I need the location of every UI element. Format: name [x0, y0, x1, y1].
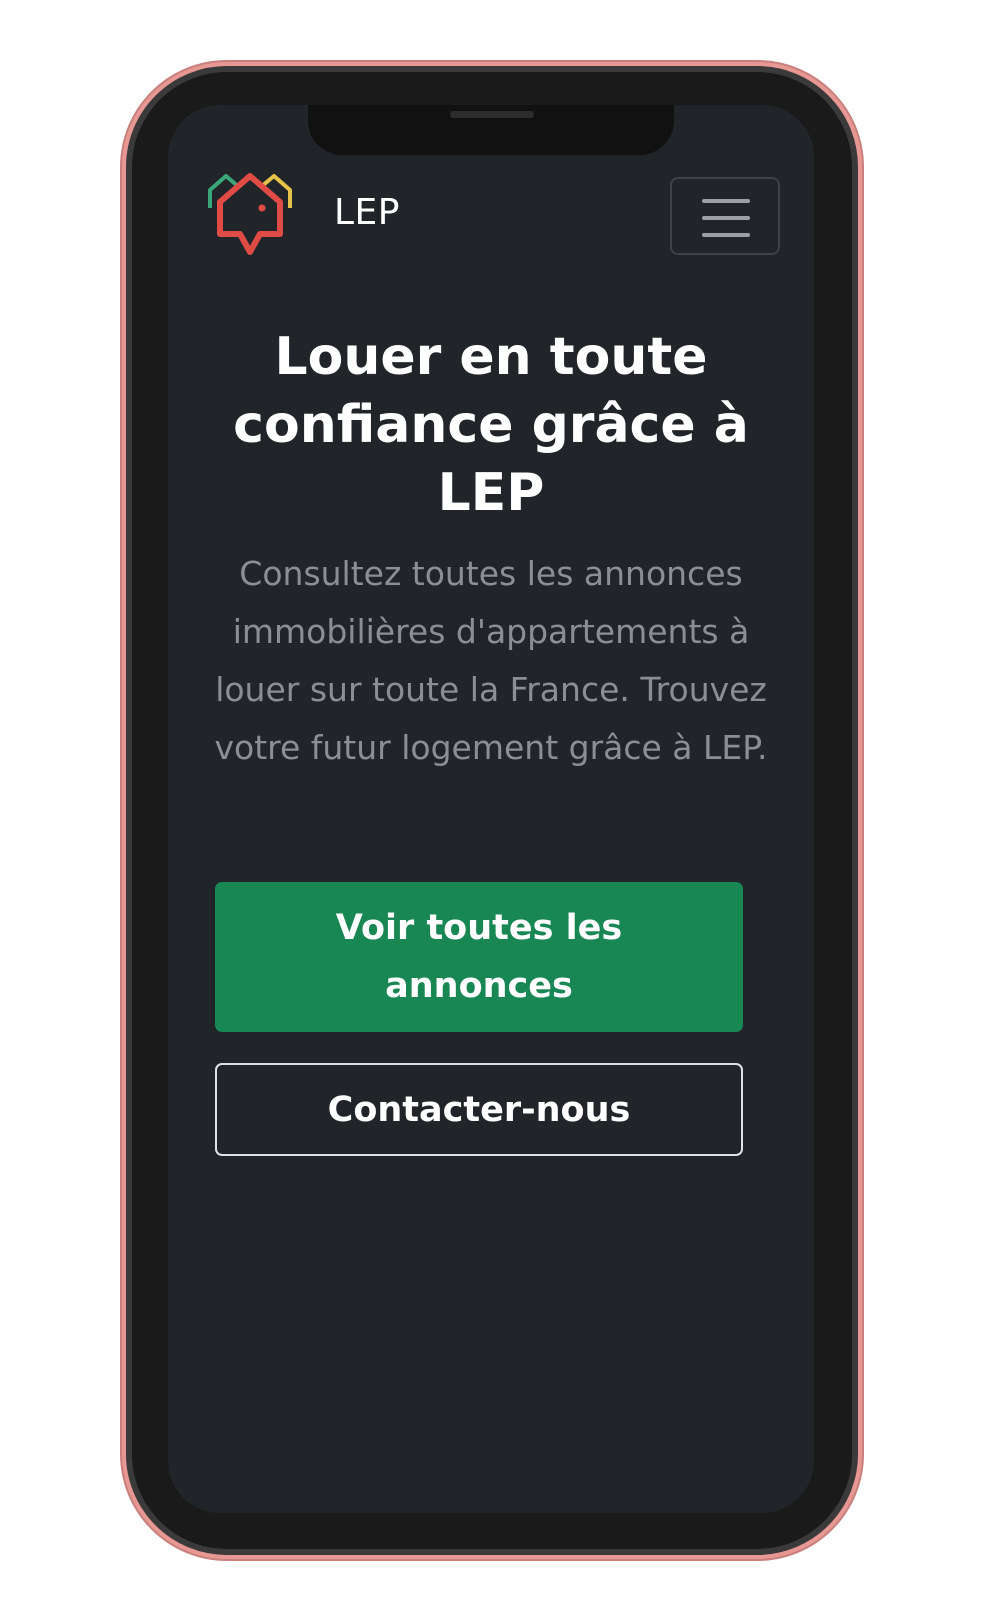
house-pin-logo-icon[interactable] [206, 168, 294, 260]
hero-title: Louer en toute confiance grâce à LEP [233, 327, 749, 523]
hero-lead: Consultez toutes les annonces immobilièr… [214, 554, 768, 767]
menu-toggle-button[interactable] [670, 177, 780, 255]
hamburger-menu-icon [702, 199, 750, 203]
phone-notch [308, 105, 674, 155]
navbar: LEP [168, 160, 814, 270]
view-all-listings-button[interactable]: Voir toutes les annonces [215, 882, 743, 1032]
hamburger-menu-icon [702, 216, 750, 220]
speaker-grille [450, 111, 534, 118]
brand-name[interactable]: LEP [334, 192, 400, 233]
contact-us-button[interactable]: Contacter-nous [215, 1063, 743, 1156]
phone-screen: LEP Louer en toute confiance grâce à LEP… [168, 105, 814, 1513]
hamburger-menu-icon [702, 233, 750, 237]
